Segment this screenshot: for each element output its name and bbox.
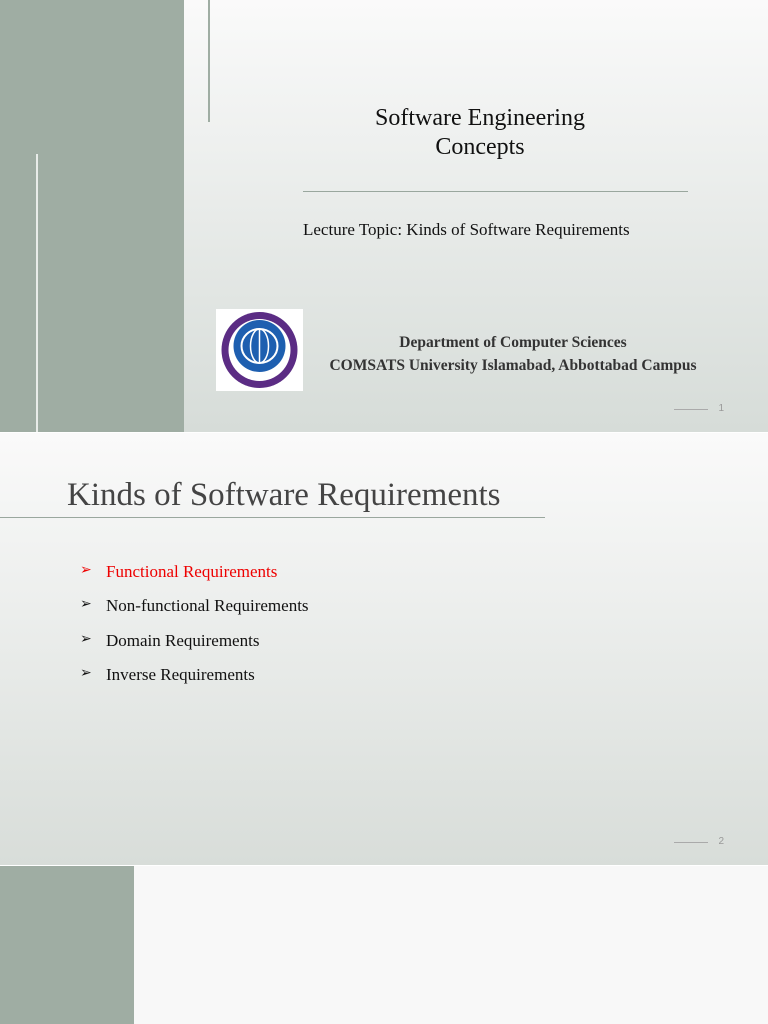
- bullet-list: ➢ Functional Requirements ➢ Non-functional…: [80, 562, 309, 699]
- arrow-bullet-icon: ➢: [80, 631, 92, 647]
- side-panel: [0, 866, 134, 1024]
- slide-title: Kinds of Software Requirements: [67, 477, 501, 513]
- decor-line: [208, 0, 210, 122]
- arrow-bullet-icon: ➢: [80, 597, 92, 613]
- department-info: Department of Computer Sciences COMSATS U…: [329, 334, 697, 374]
- list-item: ➢ Inverse Requirements: [80, 665, 309, 699]
- divider: [0, 517, 545, 518]
- decor-line: [36, 154, 38, 432]
- page-number-line: [674, 409, 708, 410]
- page-number: 1: [718, 403, 724, 414]
- divider: [303, 191, 688, 192]
- page-number-line: [674, 842, 708, 843]
- slide-3: [0, 866, 768, 1024]
- arrow-bullet-icon: ➢: [80, 563, 92, 578]
- arrow-bullet-icon: ➢: [80, 665, 92, 681]
- list-item: ➢ Domain Requirements: [80, 631, 309, 665]
- slide-1: Software Engineering Concepts Lecture Top…: [0, 0, 768, 432]
- page-number: 2: [718, 836, 724, 847]
- list-item: ➢ Functional Requirements: [80, 562, 309, 596]
- list-item: ➢ Non-functional Requirements: [80, 596, 309, 630]
- slide-title: Software Engineering Concepts: [375, 105, 585, 160]
- slide-2: Kinds of Software Requirements ➢ Function…: [0, 433, 768, 865]
- side-panel: [0, 0, 184, 432]
- university-logo: [216, 309, 303, 391]
- lecture-topic: Lecture Topic: Kinds of Software Require…: [303, 220, 630, 239]
